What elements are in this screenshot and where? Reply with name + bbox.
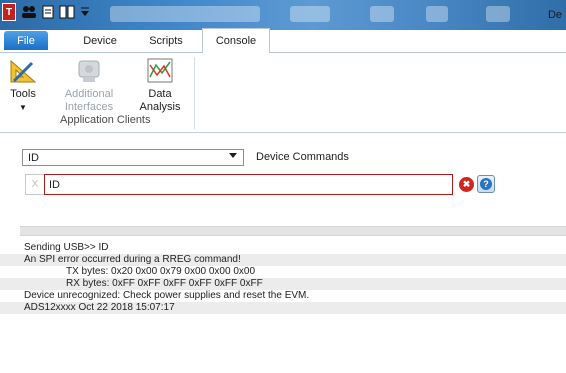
interfaces-icon bbox=[74, 57, 104, 85]
tools-icon bbox=[8, 57, 38, 85]
console-line: RX bytes: 0xFF 0xFF 0xFF 0xFF 0xFF 0xFF bbox=[0, 278, 566, 290]
ribbon-panel: Tools ▼ Additional Interfaces Data Analy… bbox=[0, 53, 566, 133]
tab-console[interactable]: Console bbox=[202, 28, 270, 53]
tab-file[interactable]: File bbox=[4, 31, 48, 50]
error-icon[interactable]: ✖ bbox=[459, 177, 474, 192]
command-select-value: ID bbox=[28, 151, 39, 164]
help-icon: ? bbox=[480, 178, 492, 190]
ribbon-group-label: Application Clients bbox=[60, 114, 151, 126]
tab-device[interactable]: Device bbox=[72, 30, 128, 52]
command-input[interactable] bbox=[44, 174, 453, 195]
document-icon[interactable] bbox=[40, 3, 56, 21]
chevron-down-icon bbox=[229, 153, 237, 158]
command-select[interactable]: ID bbox=[22, 149, 244, 166]
console-line: Sending USB>> ID bbox=[24, 242, 109, 253]
title-glow bbox=[290, 6, 330, 22]
tab-scripts[interactable]: Scripts bbox=[140, 30, 192, 52]
clear-input-button[interactable]: X bbox=[25, 174, 44, 195]
console-line: ADS12xxxx Oct 22 2018 15:07:17 bbox=[0, 302, 566, 314]
additional-interfaces-label: Additional Interfaces bbox=[64, 88, 114, 113]
data-analysis-button[interactable]: Data Analysis bbox=[136, 57, 184, 114]
tools-label: Tools bbox=[10, 88, 36, 100]
chevron-down-icon: ▼ bbox=[19, 103, 27, 112]
data-analysis-label: Data Analysis bbox=[139, 88, 181, 113]
console-line: An SPI error occurred during a RREG comm… bbox=[0, 254, 566, 266]
customize-dropdown-icon[interactable] bbox=[78, 3, 92, 21]
data-analysis-icon bbox=[145, 57, 175, 85]
title-glow bbox=[486, 6, 510, 22]
title-glow bbox=[370, 6, 394, 22]
title-glow bbox=[426, 6, 448, 22]
help-button[interactable]: ? bbox=[477, 175, 495, 193]
app-icon[interactable]: T bbox=[2, 3, 16, 21]
title-bar: T De bbox=[0, 0, 566, 30]
additional-interfaces-button[interactable]: Additional Interfaces bbox=[60, 57, 118, 114]
book-icon[interactable] bbox=[58, 3, 76, 21]
console-output: Sending USB>> ID An SPI error occurred d… bbox=[0, 237, 566, 373]
people-icon[interactable] bbox=[20, 3, 38, 21]
console-line: Device unrecognized: Check power supplie… bbox=[24, 290, 310, 301]
console-line: TX bytes: 0x20 0x00 0x79 0x00 0x00 0x00 bbox=[66, 266, 256, 277]
tools-button[interactable]: Tools ▼ bbox=[4, 57, 42, 114]
panel-splitter[interactable] bbox=[20, 226, 566, 236]
device-commands-label: Device Commands bbox=[256, 151, 349, 163]
title-glow bbox=[110, 6, 260, 22]
ribbon-group-divider bbox=[194, 57, 195, 129]
window-title: De bbox=[547, 9, 562, 21]
